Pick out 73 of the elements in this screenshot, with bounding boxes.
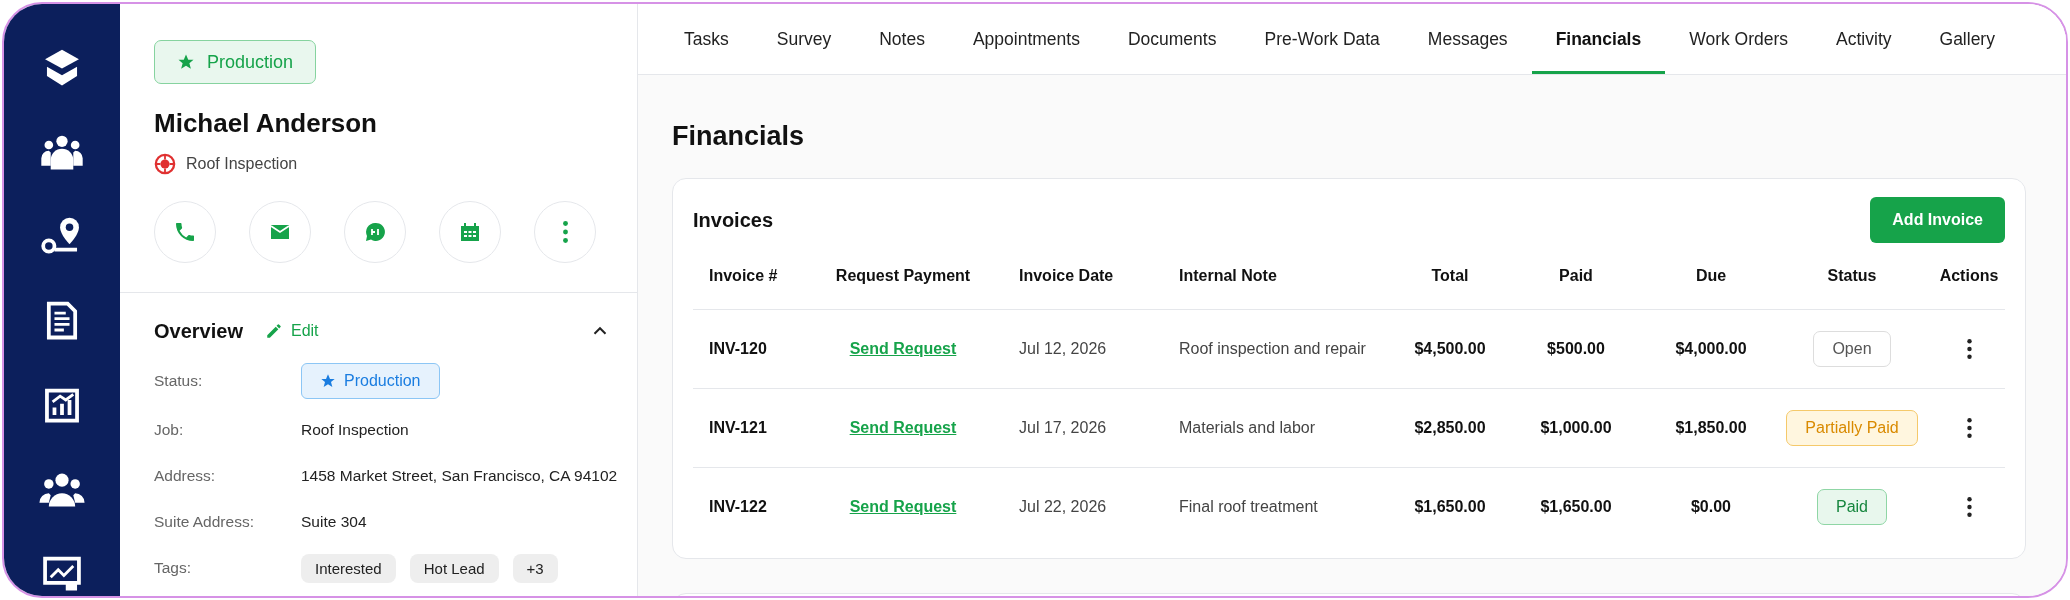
status-badge: Partially Paid bbox=[1786, 410, 1918, 446]
total-amount: $2,850.00 bbox=[1414, 419, 1486, 437]
card-title: Invoices bbox=[693, 208, 774, 232]
column-header: Invoice Date bbox=[1018, 267, 1115, 285]
star-icon bbox=[177, 53, 195, 71]
field-label: Suite Address: bbox=[154, 513, 255, 531]
paid-amount: $1,650.00 bbox=[1540, 498, 1612, 516]
field-label: Job: bbox=[154, 421, 185, 439]
internal-note: Materials and labor bbox=[1178, 419, 1317, 437]
column-header: Actions bbox=[1939, 267, 1999, 285]
tab[interactable]: Tasks bbox=[660, 7, 753, 74]
invoice-number: INV-121 bbox=[708, 419, 768, 437]
invoice-number: INV-122 bbox=[708, 498, 768, 516]
column-header: Status bbox=[1827, 267, 1877, 285]
paid-amount: $500.00 bbox=[1547, 340, 1605, 358]
invoice-number: INV-120 bbox=[708, 340, 768, 358]
tab[interactable]: Messages bbox=[1403, 7, 1532, 74]
pencil-icon bbox=[264, 322, 283, 340]
tab[interactable]: Documents bbox=[1103, 7, 1241, 74]
stage-label: Production bbox=[207, 51, 294, 73]
tag-chip: +3 bbox=[512, 553, 558, 583]
field-label: Tags: bbox=[154, 559, 193, 577]
status-badge: Paid bbox=[1817, 489, 1887, 525]
column-header: Due bbox=[1695, 267, 1727, 285]
tab[interactable]: Financials bbox=[1531, 7, 1666, 74]
due-amount: $0.00 bbox=[1690, 498, 1731, 516]
chat-bubble-icon bbox=[363, 220, 387, 244]
actions-menu-button[interactable] bbox=[1966, 339, 1972, 359]
column-header: Invoice # bbox=[708, 267, 779, 285]
tab[interactable]: Activity bbox=[1812, 7, 1916, 74]
tag-chip: Hot Lead bbox=[409, 553, 499, 583]
phone-icon bbox=[173, 220, 197, 244]
internal-note: Roof inspection and repair bbox=[1178, 340, 1367, 358]
roof-badge-icon bbox=[154, 153, 176, 175]
more-vertical-icon bbox=[1966, 418, 1972, 438]
tag-chip: Interested bbox=[301, 553, 396, 583]
invoice-date: Jul 17, 2026 bbox=[1018, 419, 1108, 437]
page-title: Financials bbox=[672, 121, 806, 152]
more-vertical-icon bbox=[562, 221, 568, 243]
field-value: 1458 Market Street, San Francisco, CA 94102 bbox=[301, 467, 618, 485]
contact-name: Michael Anderson bbox=[154, 108, 378, 139]
invoice-date: Jul 12, 2026 bbox=[1018, 340, 1108, 358]
field-label: Status: bbox=[154, 372, 204, 390]
due-amount: $4,000.00 bbox=[1675, 340, 1747, 358]
invoice-date: Jul 22, 2026 bbox=[1018, 498, 1108, 516]
tab[interactable]: Work Orders bbox=[1665, 7, 1813, 74]
status-label: Production bbox=[344, 372, 421, 390]
internal-note: Final roof treatment bbox=[1178, 498, 1319, 516]
field-label: Address: bbox=[154, 467, 217, 485]
tab[interactable]: Appointments bbox=[948, 7, 1104, 74]
column-header: Total bbox=[1431, 267, 1469, 285]
status-badge: Open bbox=[1813, 331, 1891, 367]
calendar-icon bbox=[458, 220, 482, 244]
column-header: Request Payment bbox=[835, 267, 971, 285]
due-amount: $1,850.00 bbox=[1675, 419, 1747, 437]
tab[interactable]: Notes bbox=[855, 7, 949, 74]
field-value: Suite 304 bbox=[301, 513, 368, 531]
tab[interactable]: Gallery bbox=[1915, 7, 2019, 74]
section-title: Overview bbox=[154, 319, 243, 343]
actions-menu-button[interactable] bbox=[1966, 418, 1972, 438]
paid-amount: $1,000.00 bbox=[1540, 419, 1612, 437]
field-value: Roof Inspection bbox=[301, 421, 410, 439]
star-icon bbox=[320, 373, 336, 389]
column-header: Paid bbox=[1559, 267, 1593, 285]
column-header: Internal Note bbox=[1178, 267, 1278, 285]
more-vertical-icon bbox=[1966, 339, 1972, 359]
job-type: Roof Inspection bbox=[186, 155, 298, 173]
more-vertical-icon bbox=[1966, 497, 1972, 517]
total-amount: $1,650.00 bbox=[1414, 498, 1486, 516]
tab[interactable]: Pre-Work Data bbox=[1240, 7, 1404, 74]
total-amount: $4,500.00 bbox=[1414, 340, 1486, 358]
actions-menu-button[interactable] bbox=[1966, 497, 1972, 517]
tab[interactable]: Survey bbox=[752, 7, 856, 74]
